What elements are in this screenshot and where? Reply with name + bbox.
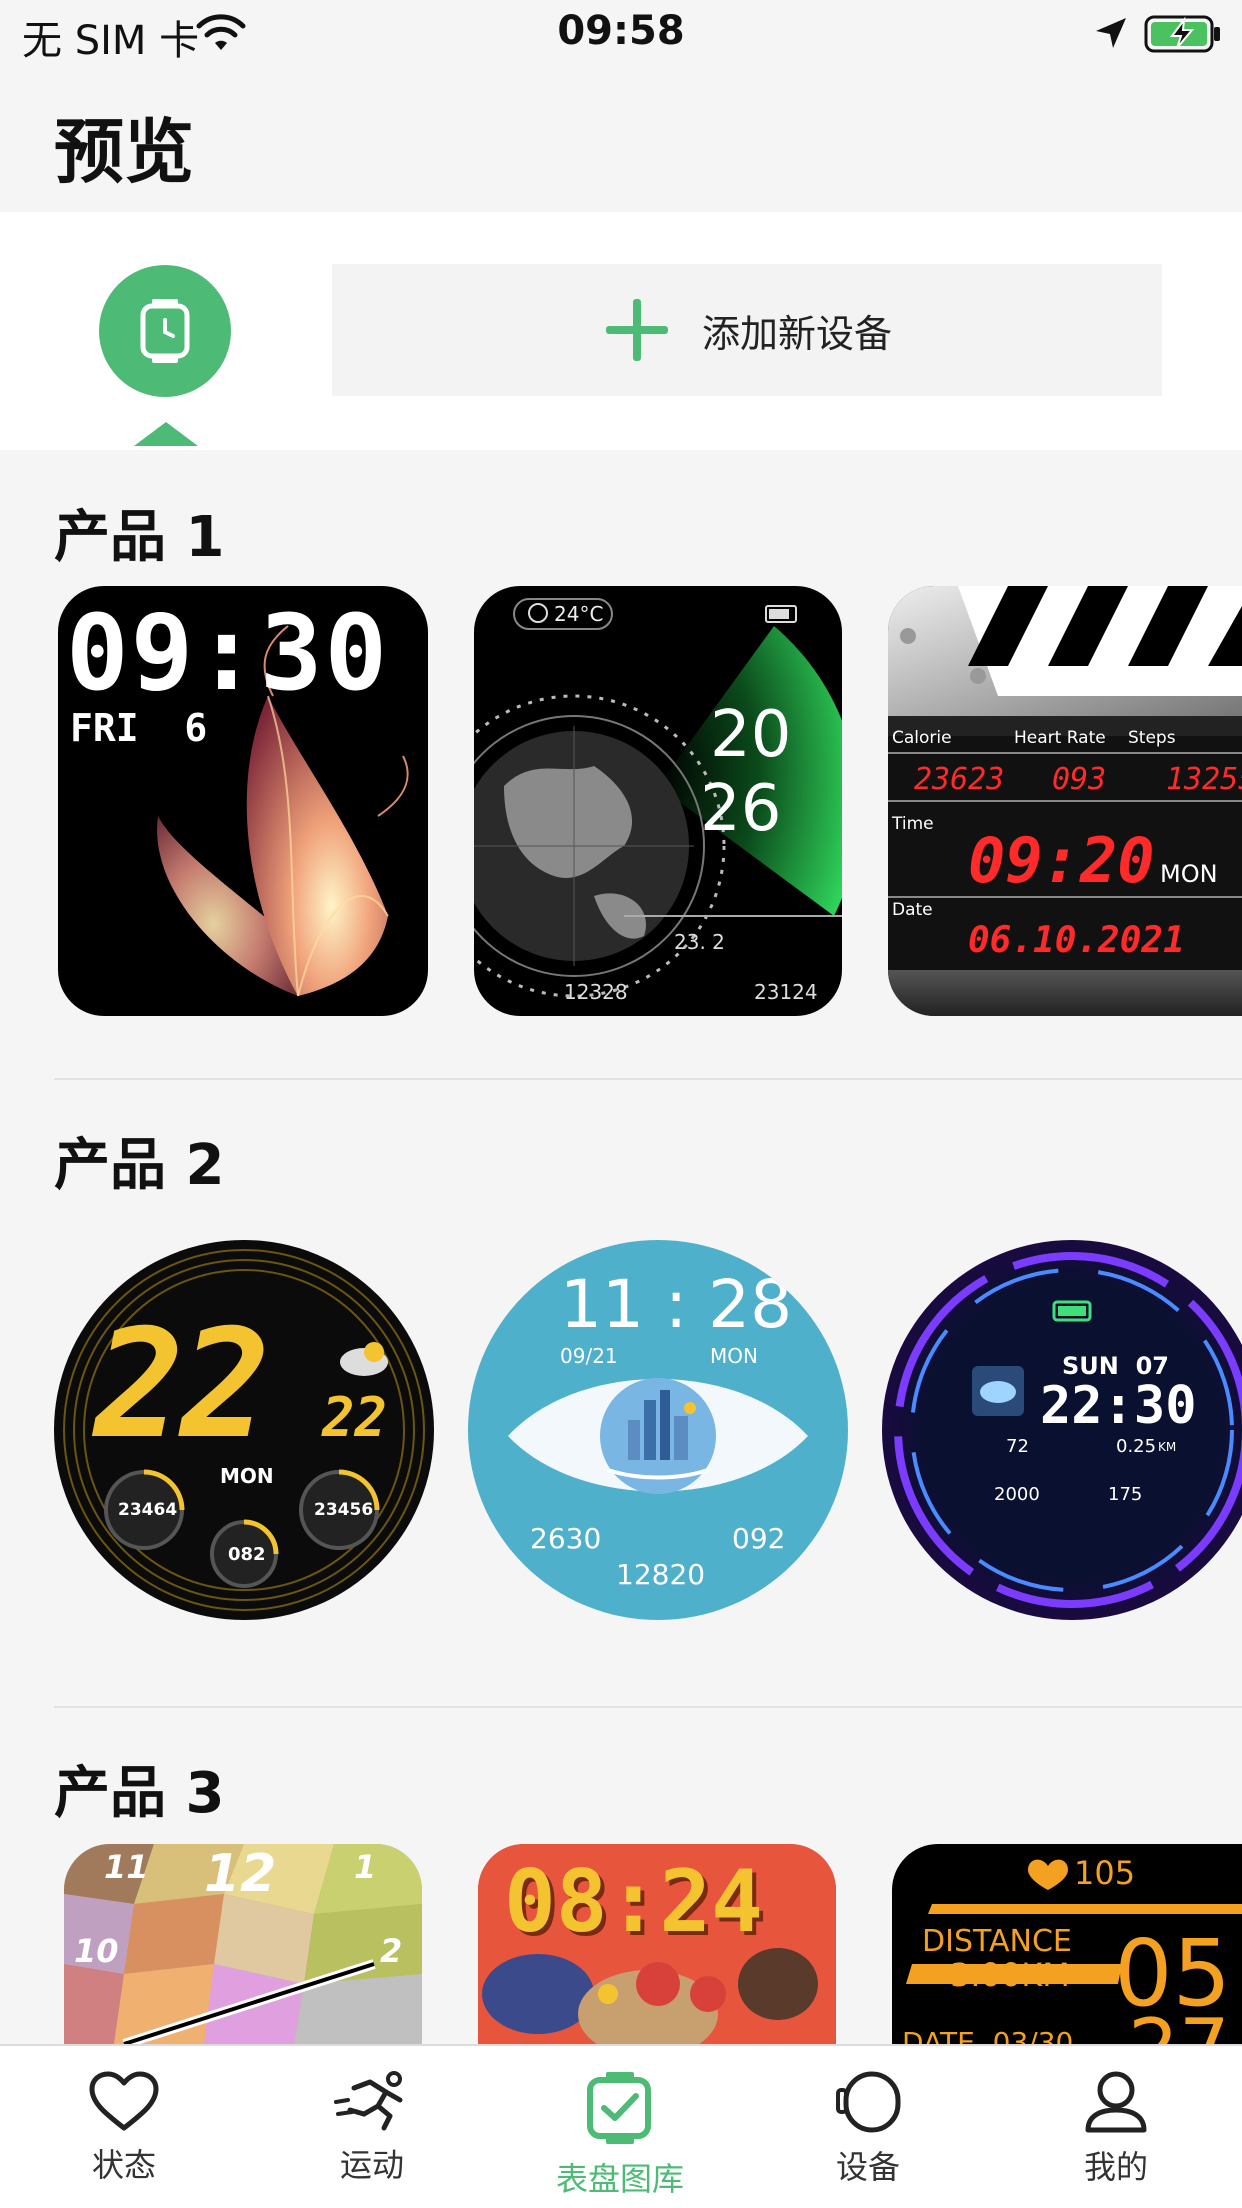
- face-weekday: MON: [220, 1464, 274, 1488]
- status-bar: 无 SIM 卡 09:58: [0, 0, 1242, 66]
- numeral-1: 1: [354, 1848, 377, 1886]
- watch-face-distance[interactable]: 105 DISTANCE 3.00KM 05 DATE 03/30 27: [892, 1844, 1242, 2044]
- right-complication-value: 23456: [314, 1500, 374, 1520]
- distance-label: 23. 2: [674, 930, 725, 954]
- heart-rate-value: 105: [1074, 1854, 1136, 1892]
- bottom-complication-value: 082: [228, 1544, 266, 1565]
- watch-face-cartoon[interactable]: 08:24: [478, 1844, 836, 2044]
- globe-art: [474, 598, 842, 998]
- face-time: 11 : 28: [560, 1266, 793, 1343]
- selected-device-indicator: [134, 422, 198, 446]
- face-time: 09:30: [66, 592, 390, 714]
- tab-label: 设备: [835, 2148, 900, 2186]
- tab-device[interactable]: 设备: [744, 2070, 992, 2188]
- tab-label: 运动: [339, 2146, 404, 2184]
- tab-label: 表盘图库: [555, 2160, 684, 2198]
- section-title: 产品 3: [54, 1761, 225, 1826]
- steps-value: 12820: [616, 1558, 706, 1591]
- face-weekday: MON: [710, 1344, 758, 1368]
- date-row-divider: [888, 896, 1242, 898]
- date-label: DATE 03/30: [902, 2026, 1074, 2044]
- numeral-12: 12: [204, 1844, 277, 1904]
- tab-label: 我的: [1083, 2148, 1148, 2186]
- tab-watchface-gallery[interactable]: 表盘图库: [496, 2070, 744, 2200]
- big-number-2: 27: [1128, 2002, 1230, 2044]
- watch-face-globe[interactable]: 24°C 20 26 23. 2 12328 23124: [474, 586, 842, 1016]
- heart-rate-value: 093: [1052, 762, 1107, 797]
- plus-icon: [605, 299, 668, 361]
- calorie-value: 23623: [914, 762, 1005, 797]
- add-device-button[interactable]: 添加新设备: [332, 264, 1162, 396]
- numeral-11: 11: [104, 1848, 149, 1886]
- location-arrow-icon: [1094, 16, 1128, 54]
- watch-face-clapperboard[interactable]: Calorie Heart Rate Steps 23623 093 13255…: [888, 586, 1242, 1016]
- watch-face-yellow-digital[interactable]: 22 22 MON 23464 23456 082: [54, 1240, 434, 1620]
- clapper-date: 06.10.2021: [968, 920, 1185, 961]
- heart-icon: [89, 2071, 159, 2131]
- distance-value: 0.25: [1116, 1436, 1157, 1457]
- calorie-header: Calorie: [892, 728, 952, 748]
- date-header: Date: [892, 900, 933, 920]
- face-date: 09/21: [560, 1344, 618, 1368]
- tab-status[interactable]: 状态: [0, 2070, 248, 2186]
- clapper-base: [888, 970, 1242, 1016]
- watch-check-icon: [587, 2072, 651, 2144]
- calories-value: 175: [1108, 1484, 1143, 1505]
- face-time: 22:30: [1040, 1376, 1197, 1436]
- section-title: 产品 2: [54, 1133, 225, 1198]
- section-divider: [54, 1078, 1242, 1080]
- face-minute: 22: [322, 1386, 388, 1449]
- distance-unit: KM: [1158, 1440, 1177, 1454]
- numeral-2: 2: [380, 1932, 403, 1970]
- app-root: 无 SIM 卡 09:58 预览 添加新设备 产品 1 09:30 FRI 6 …: [0, 0, 1242, 2208]
- steps-label: 12328: [564, 980, 628, 1004]
- steps-header: Steps: [1128, 728, 1176, 748]
- face-time: 08:24: [504, 1852, 763, 1952]
- calories-value: 2630: [530, 1522, 602, 1555]
- battery-charging-icon: [1144, 14, 1224, 58]
- heart-rate-value: 72: [1006, 1436, 1029, 1457]
- section-divider: [54, 1706, 1242, 1708]
- face-date: FRI 6: [70, 706, 208, 750]
- watch-face-mosaic[interactable]: 11 12 1 10 2: [64, 1844, 422, 2044]
- clapper-art: [888, 586, 1242, 736]
- temperature-label: 24°C: [554, 602, 604, 626]
- runner-icon: [334, 2071, 403, 2131]
- page-title: 预览: [54, 111, 194, 193]
- distance-label: DISTANCE: [922, 1924, 1072, 1959]
- calories-label: 23124: [754, 980, 818, 1004]
- watch-face-blue-eye[interactable]: 11 : 28 09/21 MON 2630 092 12820: [468, 1240, 848, 1620]
- person-icon: [1085, 2071, 1147, 2133]
- distance-value: 3.00KM: [950, 1956, 1070, 1994]
- tab-label: 状态: [91, 2146, 156, 2184]
- watch-face-neon[interactable]: SUN 07 22:30 72 0.25 KM 2000 175: [882, 1240, 1242, 1620]
- watch-face-butterfly[interactable]: 09:30 FRI 6: [58, 586, 428, 1016]
- watch-icon: [836, 2071, 901, 2133]
- clapper-weekday: MON: [1160, 860, 1218, 888]
- add-device-label: 添加新设备: [701, 311, 892, 356]
- tab-bar: 状态 运动 表盘图库 设备 我的: [0, 2044, 1242, 2208]
- clapper-time: 09:20: [968, 824, 1155, 897]
- time-header: Time: [892, 814, 934, 834]
- face-hour: 22: [94, 1298, 271, 1472]
- heart-rate-value: 092: [732, 1522, 786, 1555]
- steps-value: 13255: [1166, 762, 1242, 797]
- tab-profile[interactable]: 我的: [992, 2070, 1240, 2188]
- current-device-button[interactable]: [99, 265, 231, 397]
- face-minute: 26: [700, 772, 782, 846]
- device-strip: 添加新设备: [0, 212, 1242, 450]
- left-complication-value: 23464: [118, 1500, 178, 1520]
- face-hour: 20: [710, 698, 792, 772]
- tab-exercise[interactable]: 运动: [248, 2070, 496, 2186]
- heart-rate-header: Heart Rate: [1014, 728, 1106, 748]
- clock-time: 09:58: [557, 8, 685, 54]
- section-title: 产品 1: [54, 505, 225, 570]
- numeral-10: 10: [74, 1932, 119, 1970]
- steps-value: 2000: [994, 1484, 1040, 1505]
- watch-clock-icon: [140, 299, 190, 363]
